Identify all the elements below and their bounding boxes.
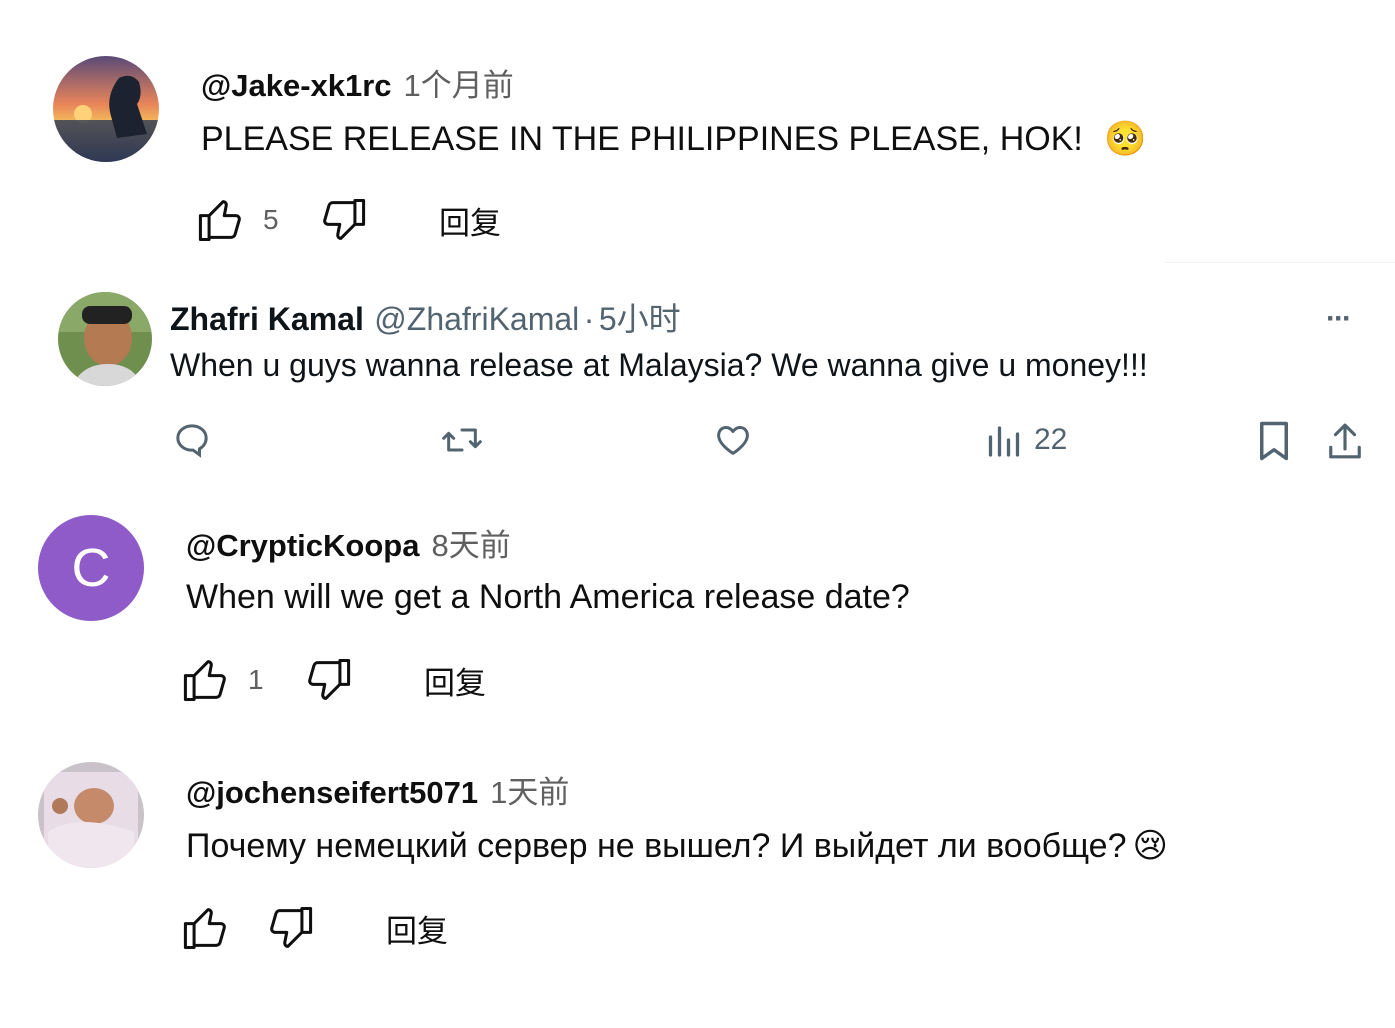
avatar[interactable]: C xyxy=(38,515,144,621)
tweet-time[interactable]: 5小时 xyxy=(599,301,681,337)
tweet-author-handle[interactable]: @ZhafriKamal xyxy=(374,301,579,337)
reply-button[interactable]: 回复 xyxy=(439,198,501,243)
comment-author[interactable]: @CrypticKoopa xyxy=(186,528,419,563)
view-count: 22 xyxy=(1034,423,1068,456)
crying-emoji: 😢 xyxy=(1132,827,1168,865)
thumbs-down-icon xyxy=(270,906,313,948)
comment-time[interactable]: 8天前 xyxy=(431,528,510,563)
analytics-icon xyxy=(986,421,1022,459)
tweet-author-name[interactable]: Zhafri Kamal xyxy=(170,301,364,337)
dislike-button[interactable] xyxy=(264,902,316,954)
comment-time[interactable]: 1个月前 xyxy=(404,68,514,103)
comment-text: When will we get a North America release… xyxy=(186,578,910,616)
more-icon: ··· xyxy=(1326,302,1352,335)
retweet-icon[interactable] xyxy=(440,420,484,460)
views-button[interactable]: 22 xyxy=(986,421,1067,459)
like-button[interactable] xyxy=(180,654,232,706)
pleading-emoji: 🥺 xyxy=(1104,120,1147,158)
like-button[interactable] xyxy=(195,194,247,246)
thumbs-down-icon xyxy=(308,658,351,700)
like-count: 5 xyxy=(263,204,279,235)
dislike-button[interactable] xyxy=(302,654,354,706)
avatar-letter: C xyxy=(71,538,111,598)
comment-text: PLEASE RELEASE IN THE PHILIPPINES PLEASE… xyxy=(201,120,1083,158)
comment-author[interactable]: @jochenseifert5071 xyxy=(186,775,478,810)
reply-button[interactable]: 回复 xyxy=(386,906,448,951)
dislike-button[interactable] xyxy=(317,194,369,246)
comment-text: Почему немецкий сервер не вышел? И выйде… xyxy=(186,827,1127,865)
like-icon[interactable] xyxy=(712,420,754,460)
reply-icon[interactable] xyxy=(172,420,212,460)
avatar[interactable] xyxy=(38,762,144,868)
share-icon[interactable] xyxy=(1326,420,1364,462)
thumbs-up-icon xyxy=(183,908,226,950)
avatar[interactable] xyxy=(53,56,159,162)
meta-separator: · xyxy=(583,301,595,337)
tweet-text: When u guys wanna release at Malaysia? W… xyxy=(170,347,1148,383)
comment-time[interactable]: 1天前 xyxy=(490,775,569,810)
avatar[interactable] xyxy=(58,292,152,386)
thumbs-up-icon xyxy=(198,200,241,242)
thumbs-down-icon xyxy=(323,198,366,240)
more-options-button[interactable]: ··· xyxy=(1326,302,1352,336)
divider xyxy=(1165,262,1395,263)
comment-author[interactable]: @Jake-xk1rc xyxy=(201,68,392,103)
like-button[interactable] xyxy=(180,902,232,954)
reply-button[interactable]: 回复 xyxy=(424,658,486,703)
thumbs-up-icon xyxy=(183,660,226,702)
bookmark-icon[interactable] xyxy=(1256,420,1292,462)
like-count: 1 xyxy=(248,664,264,695)
